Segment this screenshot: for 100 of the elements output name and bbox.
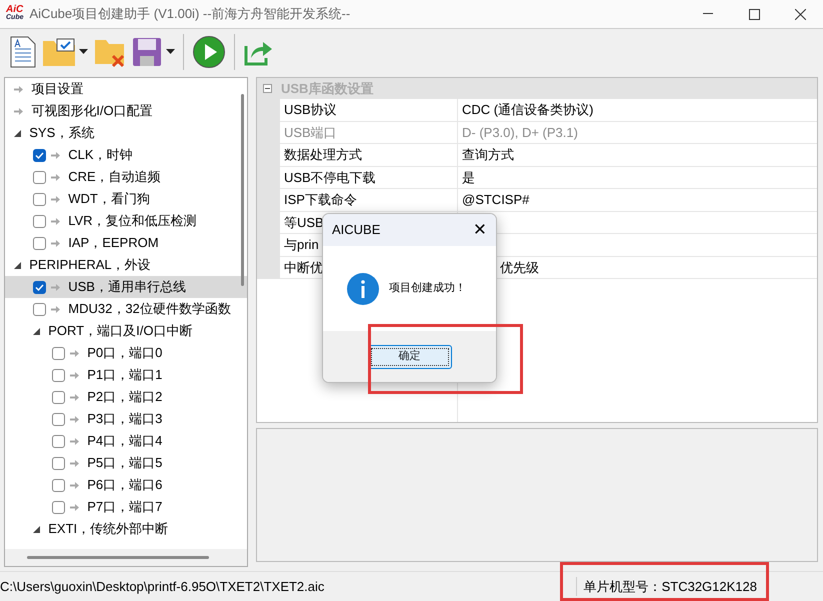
tree-label: P5口，端口5 bbox=[87, 454, 162, 472]
checkbox[interactable] bbox=[33, 280, 46, 294]
arrow-icon bbox=[70, 460, 79, 466]
expander-icon[interactable] bbox=[33, 526, 40, 532]
arrow-icon bbox=[70, 350, 79, 356]
arrow-icon bbox=[70, 482, 79, 488]
arrow-icon bbox=[14, 86, 23, 92]
checkbox[interactable] bbox=[33, 214, 46, 228]
tree-item[interactable]: P3口，端口3 bbox=[5, 408, 247, 430]
document-icon[interactable] bbox=[10, 36, 36, 68]
arrow-icon bbox=[70, 372, 79, 378]
play-icon[interactable] bbox=[192, 34, 226, 68]
tree-label: 项目设置 bbox=[31, 80, 84, 98]
tree-item[interactable]: P2口，端口2 bbox=[5, 386, 247, 408]
arrow-icon bbox=[51, 240, 60, 246]
property-name: USB协议 bbox=[280, 99, 458, 122]
property-value[interactable]: 查询方式 bbox=[462, 145, 514, 164]
tree-item[interactable]: CLK，时钟 bbox=[5, 144, 247, 166]
tree-item[interactable]: P6口，端口6 bbox=[5, 474, 247, 496]
tree-item[interactable]: P5口，端口5 bbox=[5, 452, 247, 474]
floppy-disk-button[interactable] bbox=[132, 36, 174, 66]
close-icon bbox=[794, 8, 806, 20]
arrow-icon bbox=[70, 416, 79, 422]
checkbox[interactable] bbox=[33, 192, 46, 206]
tree-item[interactable]: P0口，端口0 bbox=[5, 342, 247, 364]
tree-label: P7口，端口7 bbox=[87, 498, 162, 516]
checkbox[interactable] bbox=[33, 236, 46, 250]
tree-item[interactable]: CRE，自动追频 bbox=[5, 166, 247, 188]
arrow-icon bbox=[14, 108, 23, 114]
chip-model: 单片机型号：STC32G12K128 bbox=[576, 576, 771, 596]
checkbox[interactable] bbox=[52, 346, 65, 360]
property-name: ISP下载命令 bbox=[280, 189, 458, 212]
window-title: AiCube项目创建助手 (V1.00i) --前海方舟智能开发系统-- bbox=[30, 5, 350, 24]
property-value[interactable]: 是 bbox=[462, 168, 475, 187]
checkmark-icon bbox=[35, 152, 44, 158]
close-button[interactable]: ✕ bbox=[473, 222, 486, 238]
expander-icon[interactable] bbox=[33, 328, 40, 334]
expander-icon[interactable] bbox=[14, 262, 21, 268]
property-name: 数据处理方式 bbox=[280, 144, 458, 166]
checkbox[interactable] bbox=[52, 434, 65, 448]
arrow-icon bbox=[51, 196, 60, 202]
tree-item[interactable]: PORT，端口及I/O口中断 bbox=[5, 320, 247, 342]
checkmark-icon bbox=[35, 284, 44, 290]
tree-label: CRE，自动追频 bbox=[68, 168, 161, 186]
tree-label: USB，通用串行总线 bbox=[68, 278, 186, 296]
checkbox[interactable] bbox=[52, 456, 65, 470]
tree-item[interactable]: EXTI，传统外部中断 bbox=[5, 518, 247, 540]
tree-label: EXTI，传统外部中断 bbox=[48, 520, 168, 538]
arrow-icon bbox=[70, 438, 79, 444]
maximize-icon bbox=[748, 8, 760, 20]
checkbox[interactable] bbox=[33, 170, 46, 184]
checkbox[interactable] bbox=[52, 368, 65, 382]
caret-icon[interactable] bbox=[166, 48, 174, 54]
collapse-icon[interactable] bbox=[263, 84, 272, 93]
scrollbar-thumb[interactable] bbox=[241, 94, 244, 286]
checkbox[interactable] bbox=[52, 500, 65, 514]
checkbox[interactable] bbox=[52, 390, 65, 404]
arrow-icon bbox=[70, 504, 79, 510]
arrow-icon bbox=[51, 218, 60, 224]
property-value[interactable]: @STCISP# bbox=[462, 190, 530, 210]
checkbox[interactable] bbox=[52, 478, 65, 492]
arrow-icon bbox=[70, 394, 79, 400]
info-icon bbox=[347, 272, 379, 304]
checkbox[interactable] bbox=[33, 148, 46, 162]
section-title: USB库函数设置 bbox=[281, 80, 374, 98]
tree-item[interactable]: 可视图形化I/O口配置 bbox=[5, 100, 247, 122]
tree-item[interactable]: P7口，端口7 bbox=[5, 496, 247, 518]
arrow-icon bbox=[51, 152, 60, 158]
property-value[interactable]: 优先级 bbox=[500, 258, 539, 277]
expander-icon[interactable] bbox=[14, 130, 21, 136]
tree-item[interactable]: PERIPHERAL，外设 bbox=[5, 254, 247, 276]
folder-icon bbox=[42, 36, 76, 66]
scrollbar-thumb[interactable] bbox=[27, 556, 209, 559]
checkbox[interactable] bbox=[52, 412, 65, 426]
tree-label: PORT，端口及I/O口中断 bbox=[48, 322, 192, 340]
tree-item[interactable]: SYS，系统 bbox=[5, 122, 247, 144]
tree-item[interactable]: MDU32，32位硬件数学函数 bbox=[5, 298, 247, 320]
tree-label: SYS，系统 bbox=[29, 124, 94, 142]
arrow-icon bbox=[51, 284, 60, 290]
tree-label: PERIPHERAL，外设 bbox=[29, 256, 151, 274]
tree-item[interactable]: WDT，看门狗 bbox=[5, 188, 247, 210]
file-path: C:\Users\guoxin\Desktop\printf-6.95O\TXET2\TXET2.aic bbox=[0, 578, 326, 596]
row-header bbox=[257, 256, 280, 279]
tree-item[interactable]: IAP，EEPROM bbox=[5, 232, 247, 254]
tree-item[interactable]: LVR，复位和低压检测 bbox=[5, 210, 247, 232]
caret-icon[interactable] bbox=[79, 48, 88, 54]
arrow-icon bbox=[51, 174, 60, 180]
tree-label: P6口，端口6 bbox=[87, 476, 162, 494]
tree-label: MDU32，32位硬件数学函数 bbox=[68, 300, 231, 318]
dialog-message: 项目创建成功！ bbox=[389, 281, 466, 296]
tree-item[interactable]: P1口，端口1 bbox=[5, 364, 247, 386]
tree-label: P1口，端口1 bbox=[87, 366, 162, 384]
tree-item[interactable]: P4口，端口4 bbox=[5, 430, 247, 452]
tree-label: 可视图形化I/O口配置 bbox=[31, 102, 153, 120]
tree-item[interactable]: USB，通用串行总线 bbox=[5, 276, 247, 298]
folder-button[interactable] bbox=[42, 36, 88, 66]
tree-label: P0口，端口0 bbox=[87, 344, 162, 362]
property-value[interactable]: CDC (通信设备类协议) bbox=[462, 100, 594, 120]
tree-item[interactable]: 项目设置 bbox=[5, 78, 247, 100]
checkbox[interactable] bbox=[33, 302, 46, 316]
